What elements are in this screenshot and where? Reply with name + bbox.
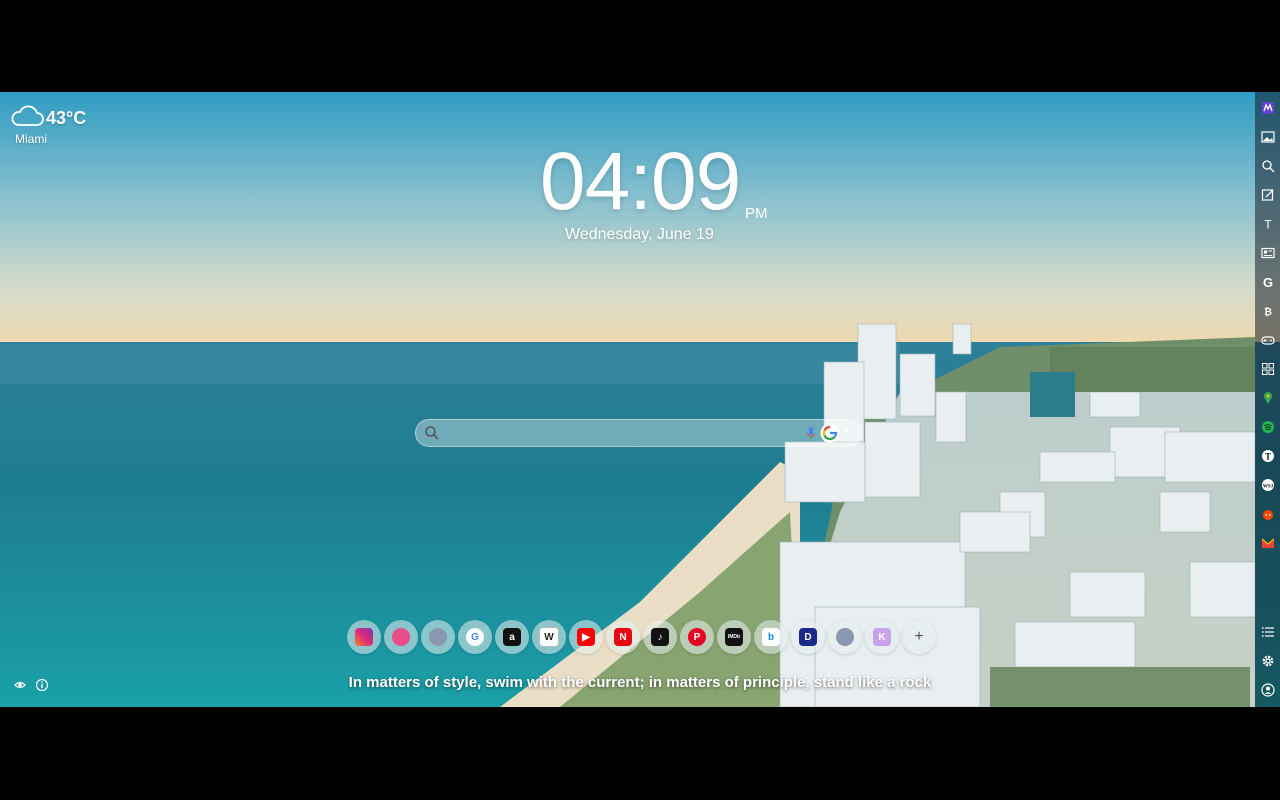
temperature: 43°C [46,108,87,128]
netflix-icon: N [614,628,632,646]
letterbox-bottom [0,707,1280,800]
cloud-icon [11,105,44,126]
quote-text: In matters of style, swim with the curre… [348,674,932,691]
shortcut-tiktok[interactable]: ♪ [643,620,677,654]
shortcut-bing[interactable]: b [754,620,788,654]
search-input[interactable] [448,422,812,446]
shortcut-web-2[interactable] [828,620,862,654]
imdb-icon: IMDb [725,628,743,646]
microphone-icon[interactable] [806,426,816,440]
dribbble-icon [392,628,410,646]
sidebar-wsj-button[interactable]: WSJ [1260,477,1275,492]
news-icon [1260,247,1275,258]
notes-icon [1261,188,1273,201]
settings-icon [1262,655,1273,666]
spotify-icon [1261,420,1274,433]
sidebar-news-button[interactable] [1260,245,1275,260]
sidebar-account-button[interactable] [1260,682,1275,697]
tiktok-icon: ♪ [651,628,669,646]
apps-icon [1261,362,1274,375]
bing-icon: b [762,628,780,646]
wsj-icon: WSJ [1261,478,1274,491]
sidebar-games-button[interactable] [1260,332,1275,347]
web-2-icon [836,628,854,646]
sidebar-nytimes-button[interactable]: T [1260,448,1275,463]
google-icon: G [1262,275,1272,289]
sidebar-bitcoin-button[interactable]: ₿ [1260,303,1275,318]
weather-widget[interactable]: 43°C Miami [10,104,86,146]
google-icon[interactable] [820,423,840,443]
shortcut-instagram[interactable] [347,620,381,654]
add-icon: + [914,628,924,645]
reddit-icon [1262,509,1273,520]
instagram-icon [355,628,373,646]
right-sidebar: T G ₿ T WSJ [1255,92,1280,707]
shortcut-dashlane[interactable]: D [791,620,825,654]
search-bar[interactable]: ▾ [415,419,862,447]
wallpaper-icon [1260,130,1275,143]
clock-ampm: PM [745,205,768,222]
shortcut-web[interactable] [421,620,455,654]
account-icon [1260,682,1275,697]
letterbox-top [0,0,1280,92]
svg-text:T: T [1264,217,1272,231]
wikipedia-icon: W [539,627,559,647]
svg-text:₿: ₿ [1263,306,1271,318]
weather-city: Miami [15,132,47,146]
text-icon: T [1264,217,1272,231]
web-icon [429,628,447,646]
sidebar-maps-button[interactable] [1260,390,1275,405]
sidebar-spotify-button[interactable] [1260,419,1275,434]
games-icon [1260,335,1275,345]
nytimes-icon: T [1261,449,1274,462]
svg-text:WSJ: WSJ [1262,484,1273,489]
shortcut-amazon[interactable]: a [495,620,529,654]
shortcut-pinterest[interactable]: P [680,620,714,654]
google-icon: G [466,628,484,646]
clock-widget: 04:09 PM Wednesday, June 19 [540,140,800,244]
shortcut-dribbble[interactable] [384,620,418,654]
search-engine-dropdown-icon[interactable]: ▾ [844,424,850,438]
app-logo-icon [1261,101,1274,114]
shortcut-klarna[interactable]: K [865,620,899,654]
search-icon [1261,159,1274,172]
sidebar-reddit-button[interactable] [1260,506,1275,521]
sidebar-search-button[interactable] [1260,158,1275,173]
footer-controls [14,679,48,691]
klarna-icon: K [873,628,891,646]
shortcut-youtube[interactable]: ▶ [569,620,603,654]
bitcoin-icon: ₿ [1263,306,1271,318]
sidebar-apps-button[interactable] [1260,361,1275,376]
dashlane-icon: D [799,628,817,646]
eye-icon[interactable] [14,679,26,691]
search-icon [425,426,439,440]
shortcuts-dock: Ga W ▶ N ♪ P IMDb b D K + [347,620,936,654]
svg-text:T: T [1264,451,1270,461]
sidebar-list-button[interactable] [1260,624,1275,639]
info-icon[interactable] [36,679,48,691]
youtube-icon: ▶ [577,628,595,646]
shortcut-netflix[interactable]: N [606,620,640,654]
gmail-icon [1261,538,1274,548]
sidebar-wallpaper-button[interactable] [1260,129,1275,144]
shortcut-wikipedia[interactable]: W [532,620,566,654]
sidebar-app-logo-button[interactable] [1260,100,1275,115]
clock-date: Wednesday, June 19 [565,226,714,243]
sidebar-text-button[interactable]: T [1260,216,1275,231]
svg-text:G: G [1262,275,1272,289]
new-tab-page: 43°C Miami 04:09 PM Wednesday, June 19 ▾… [0,92,1280,707]
shortcut-add[interactable]: + [902,620,936,654]
shortcut-google[interactable]: G [458,620,492,654]
sidebar-gmail-button[interactable] [1260,535,1275,550]
shortcut-imdb[interactable]: IMDb [717,620,751,654]
maps-icon [1263,391,1272,404]
sidebar-google-button[interactable]: G [1260,274,1275,289]
pinterest-icon: P [688,628,706,646]
amazon-icon: a [503,628,521,646]
list-icon [1261,626,1274,637]
sidebar-settings-button[interactable] [1260,653,1275,668]
sidebar-notes-button[interactable] [1260,187,1275,202]
